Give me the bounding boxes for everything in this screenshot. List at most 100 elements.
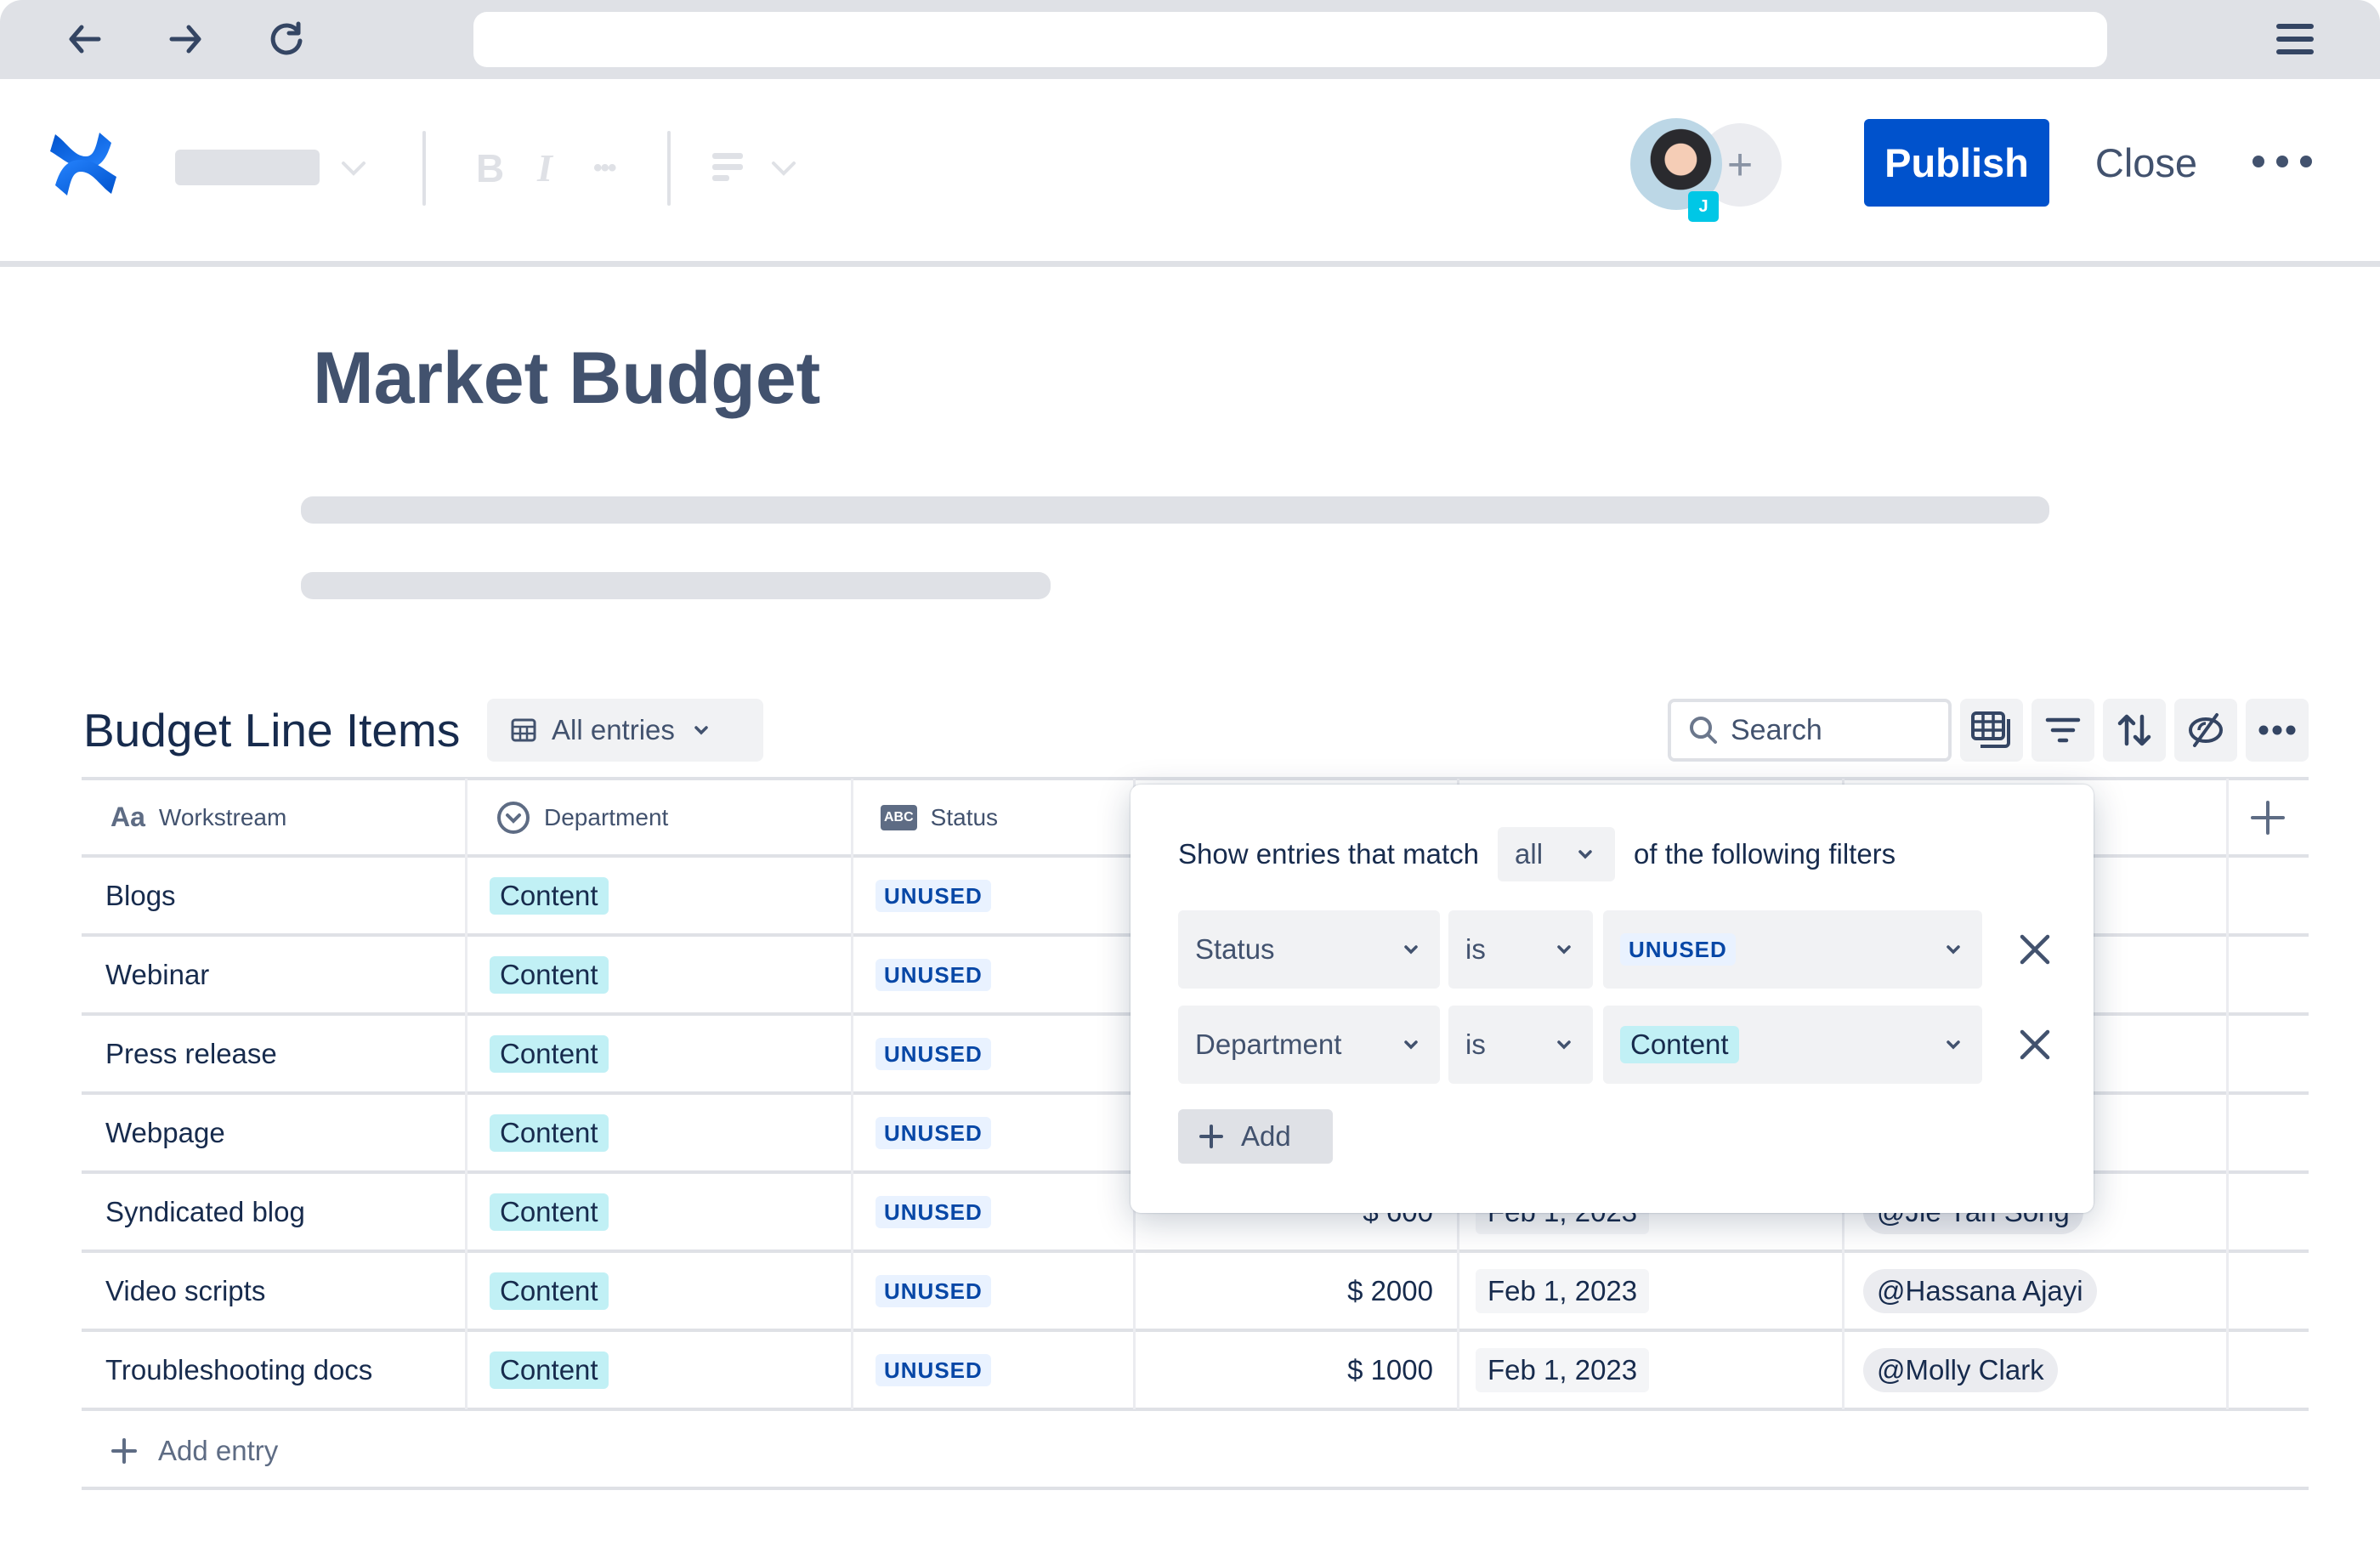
table-row[interactable]: Video scripts Content UNUSED $ 2000 Feb …	[82, 1251, 2309, 1330]
status-cell[interactable]: UNUSED	[876, 935, 991, 1014]
filter-button[interactable]	[2032, 699, 2094, 762]
page-title[interactable]: Market Budget	[313, 336, 820, 421]
forward-button[interactable]	[160, 14, 211, 65]
workstream-text: Syndicated blog	[105, 1195, 305, 1227]
department-cell[interactable]: Content	[490, 1251, 609, 1330]
column-header-department[interactable]: Department	[496, 779, 668, 856]
amount-cell[interactable]: $ 1000	[1134, 1330, 1433, 1409]
chevron-down-icon	[1557, 945, 1571, 955]
alignment-button[interactable]	[711, 151, 745, 188]
close-icon	[2020, 1029, 2050, 1060]
filter-popover: Show entries that match all of the follo…	[1130, 785, 2094, 1213]
view-selector[interactable]: All entries	[487, 699, 763, 762]
add-column-button[interactable]	[2244, 794, 2292, 842]
italic-button[interactable]: I	[537, 144, 552, 192]
owner-cell[interactable]: @Molly Clark	[1863, 1330, 2058, 1409]
status-lozenge: UNUSED	[876, 1116, 991, 1149]
workstream-cell[interactable]: Video scripts	[105, 1251, 265, 1330]
workstream-cell[interactable]: Press release	[105, 1014, 277, 1093]
plus-icon	[111, 1438, 137, 1464]
table-icon	[511, 718, 536, 742]
column-header-status[interactable]: ABC Status	[881, 779, 998, 856]
search-input[interactable]: Search	[1668, 699, 1952, 762]
sort-button[interactable]	[2103, 699, 2166, 762]
department-cell[interactable]: Content	[490, 856, 609, 935]
text-field-icon: Aa	[110, 802, 145, 832]
workstream-text: Webpage	[105, 1116, 225, 1148]
alignment-chevron[interactable]	[768, 153, 799, 188]
filter-field-select[interactable]: Status	[1178, 910, 1440, 989]
workstream-text: Troubleshooting docs	[105, 1353, 373, 1386]
amount-cell[interactable]: $ 2000	[1134, 1251, 1433, 1330]
date-cell[interactable]: Feb 1, 2023	[1476, 1251, 1650, 1330]
department-lozenge: Content	[490, 1351, 609, 1389]
status-cell[interactable]: UNUSED	[876, 856, 991, 935]
status-cell[interactable]: UNUSED	[876, 1093, 991, 1172]
table-row[interactable]: Troubleshooting docs Content UNUSED $ 10…	[82, 1330, 2309, 1409]
match-mode-select[interactable]: all	[1498, 827, 1616, 881]
hamburger-menu-icon	[2276, 24, 2314, 29]
department-cell[interactable]: Content	[490, 1330, 609, 1409]
date-cell[interactable]: Feb 1, 2023	[1476, 1330, 1650, 1409]
department-cell[interactable]: Content	[490, 1172, 609, 1251]
department-cell[interactable]: Content	[490, 935, 609, 1014]
workstream-cell[interactable]: Blogs	[105, 856, 176, 935]
more-actions-button[interactable]	[2252, 144, 2312, 178]
search-icon	[1690, 717, 1717, 744]
filter-icon	[2045, 717, 2081, 743]
confluence-logo[interactable]	[48, 131, 118, 197]
database-title[interactable]: Budget Line Items	[83, 702, 460, 758]
search-placeholder: Search	[1731, 713, 1822, 746]
close-button[interactable]: Close	[2074, 119, 2218, 207]
select-icon	[497, 801, 530, 834]
column-header-workstream[interactable]: Aa Workstream	[110, 779, 286, 856]
workstream-cell[interactable]: Webinar	[105, 935, 209, 1014]
arrow-right-icon	[169, 25, 201, 54]
remove-filter-button[interactable]	[2009, 924, 2060, 975]
remove-filter-button[interactable]	[2009, 1019, 2060, 1070]
view-selector-label: All entries	[552, 714, 675, 745]
workstream-cell[interactable]: Webpage	[105, 1093, 225, 1172]
status-cell[interactable]: UNUSED	[876, 1172, 991, 1251]
table-view-button[interactable]	[1960, 699, 2023, 762]
status-cell[interactable]: UNUSED	[876, 1330, 991, 1409]
more-icon-dot	[2300, 156, 2312, 167]
hamburger-line	[2276, 49, 2314, 54]
filter-value-select[interactable]: Content	[1603, 1006, 1982, 1084]
filter-value-select[interactable]: UNUSED	[1603, 910, 1982, 989]
publish-button[interactable]: Publish	[1864, 119, 2049, 207]
status-cell[interactable]: UNUSED	[876, 1014, 991, 1093]
filter-field-select[interactable]: Department	[1178, 1006, 1440, 1084]
address-bar[interactable]	[473, 12, 2107, 67]
more-formatting-button[interactable]: •••	[593, 144, 616, 192]
department-lozenge: Content	[490, 1114, 609, 1152]
workstream-cell[interactable]: Syndicated blog	[105, 1172, 305, 1251]
workstream-cell[interactable]: Troubleshooting docs	[105, 1330, 372, 1409]
text-style-chevron[interactable]	[338, 153, 369, 188]
column-header-label: Workstream	[158, 803, 287, 830]
column-header-label: Department	[544, 803, 669, 830]
department-cell[interactable]: Content	[490, 1014, 609, 1093]
filter-operator-select[interactable]: is	[1448, 910, 1593, 989]
filter-operator-select[interactable]: is	[1448, 1006, 1593, 1084]
department-lozenge: Content	[490, 955, 609, 994]
add-entry-button[interactable]: Add entry	[110, 1421, 278, 1481]
database-more-button[interactable]	[2246, 699, 2309, 762]
add-filter-label: Add	[1241, 1120, 1291, 1152]
status-lozenge: UNUSED	[876, 879, 991, 912]
status-lozenge: UNUSED	[876, 1274, 991, 1307]
workstream-text: Video scripts	[105, 1274, 266, 1306]
department-cell[interactable]: Content	[490, 1093, 609, 1172]
back-button[interactable]	[60, 14, 110, 65]
filter-operator-value: is	[1465, 933, 1486, 965]
browser-menu-button[interactable]	[2276, 24, 2314, 54]
reload-button[interactable]	[261, 14, 312, 65]
status-cell[interactable]: UNUSED	[876, 1251, 991, 1330]
add-filter-button[interactable]: Add	[1178, 1109, 1333, 1164]
owner-cell[interactable]: @Hassana Ajayi	[1863, 1251, 2097, 1330]
text-style-dropdown[interactable]	[175, 150, 320, 185]
hide-fields-button[interactable]	[2174, 699, 2237, 762]
status-lozenge: UNUSED	[876, 958, 991, 991]
bold-button[interactable]: B	[476, 144, 504, 192]
sort-icon	[2117, 714, 2151, 746]
